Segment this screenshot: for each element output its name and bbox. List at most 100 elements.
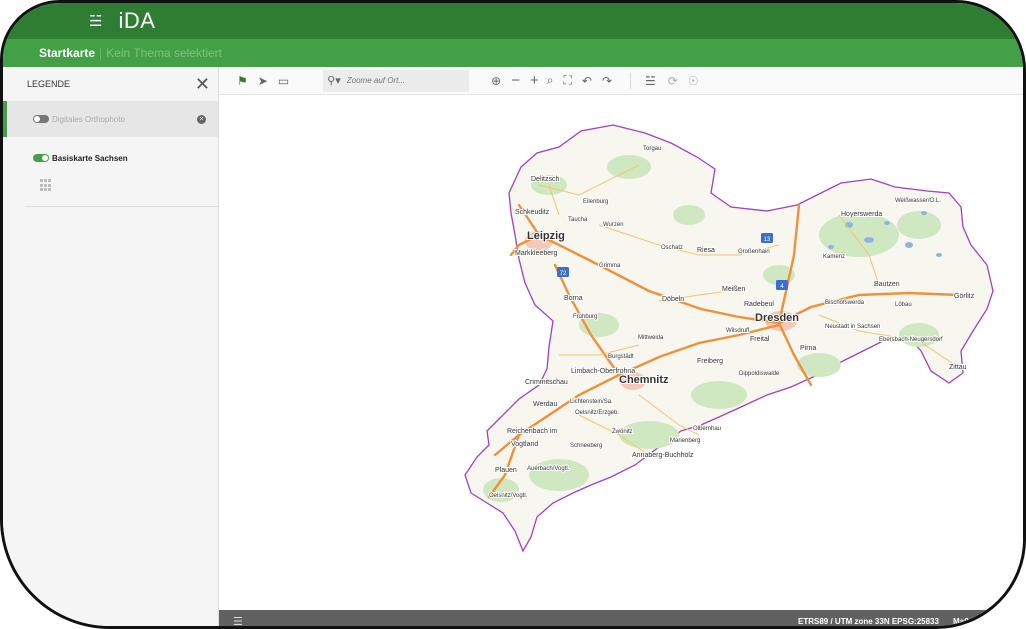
search-box[interactable]: ⚲▾	[323, 69, 470, 92]
toggle-off-icon[interactable]	[33, 115, 49, 123]
city-label: Kamenz	[823, 254, 845, 260]
legend-title: LEGENDE	[27, 79, 71, 89]
rotate-icon[interactable]: ⟳	[668, 74, 678, 88]
toolbar-divider	[630, 72, 632, 89]
city-label: Oschatz	[661, 245, 683, 251]
city-label: Wilsdruff	[726, 328, 750, 334]
layer-item-basiskarte[interactable]: Basiskarte Sachsen	[3, 145, 218, 171]
select-info-icon[interactable]: ⚑	[237, 74, 248, 88]
map-canvas[interactable]: 13 72 4 Delitzsch Torgau Eilenburg Schkeuditz…	[219, 95, 1026, 610]
city-label: Löbau	[895, 302, 912, 308]
city-label: Ebersbach-Neugersdorf	[879, 337, 943, 343]
browser-viewport-frame: ☱ iDA Startkarte | Kein Thema selektiert…	[0, 0, 1026, 629]
city-label: Torgau	[643, 146, 661, 152]
city-label: Schneeberg	[570, 443, 602, 449]
layer-item-orthophoto[interactable]: Digitales Orthophoto ×	[3, 101, 218, 137]
autobahn-shield: 72	[557, 267, 569, 277]
layer-label: Basiskarte Sachsen	[52, 153, 128, 163]
city-label: Vogtland	[511, 441, 538, 448]
city-label: Auerbach/Vogtl.	[527, 466, 570, 472]
saxony-map[interactable]: 13 72 4 Delitzsch Torgau Eilenburg Schkeuditz…	[219, 95, 1026, 610]
layer-label: Digitales Orthophoto	[52, 114, 125, 124]
city-label: Bischofswerda	[825, 300, 865, 306]
city-label: Burgstädt	[608, 354, 634, 360]
city-label: Markkleeberg	[515, 250, 558, 257]
city-label: Zwönitz	[612, 429, 633, 435]
city-label: Görlitz	[954, 293, 975, 300]
zoom-box-icon[interactable]: ⌕	[547, 73, 554, 88]
city-label: Zittau	[949, 364, 967, 371]
city-label: Taucha	[568, 217, 588, 223]
autobahn-shield-label: 72	[560, 271, 567, 277]
layer-legend-grid-icon[interactable]	[40, 179, 51, 192]
status-bar: ☰ ETRS89 / UTM zone 33N EPSG:25833 Maßst…	[219, 610, 1023, 627]
layer-info-icon[interactable]: ×	[197, 114, 206, 124]
city-label: Neustadt in Sachsen	[825, 324, 880, 330]
city-label: Döbeln	[662, 296, 684, 303]
legend-divider	[25, 206, 218, 207]
city-label: Weißwasser/O.L.	[895, 198, 941, 204]
autobahn-shield: 4	[776, 280, 788, 290]
search-icon[interactable]: ⚲▾	[327, 74, 341, 87]
app-header: ☱ iDA	[3, 3, 1023, 39]
legend-panel-footer	[3, 610, 219, 626]
city-label: Großenhain	[738, 249, 770, 255]
locate-icon[interactable]: ⊕	[491, 74, 501, 88]
redo-icon[interactable]: ↷	[602, 74, 612, 88]
list-icon[interactable]: ☰	[233, 615, 243, 627]
city-label: Crimmitschau	[525, 379, 568, 386]
scale-label: Maßstab 1 :	[952, 616, 997, 626]
scale-value[interactable]: 1.050	[1000, 614, 1023, 626]
city-label: Annaberg-Buchholz	[632, 452, 694, 459]
city-label: Leipzig	[527, 230, 565, 242]
city-label: Dippoldiswalde	[739, 371, 780, 377]
city-label: Grimma	[599, 263, 621, 269]
city-label: Mittweida	[638, 335, 664, 341]
cursor-location-icon[interactable]: ☉	[688, 74, 699, 88]
city-label: Schkeuditz	[515, 209, 550, 216]
breadcrumb-theme[interactable]: Kein Thema selektiert	[106, 46, 222, 60]
city-label: Chemnitz	[619, 374, 669, 386]
city-label: Freital	[750, 336, 770, 343]
app-title: iDA	[118, 8, 156, 33]
city-label: Oelsnitz/Vogtl.	[489, 493, 528, 499]
zoom-out-icon[interactable]: −	[511, 72, 520, 89]
city-label: Frohburg	[573, 314, 597, 320]
undo-icon[interactable]: ↶	[582, 74, 592, 88]
legend-panel: LEGENDE ✕ Digitales Orthophoto × Basiska…	[3, 67, 219, 612]
breadcrumb: Startkarte | Kein Thema selektiert	[3, 39, 1023, 67]
ruler-icon[interactable]: ▭	[278, 74, 289, 88]
city-label: Plauen	[495, 467, 517, 474]
pointer-icon[interactable]: ➤	[258, 74, 268, 88]
city-label: Marienberg	[670, 438, 700, 444]
city-label: Hoyerswerda	[841, 211, 882, 218]
autobahn-shield-label: 13	[764, 237, 771, 243]
search-input[interactable]	[346, 76, 457, 85]
map-add-icon[interactable]: ☱	[645, 74, 656, 88]
city-label: Riesa	[697, 247, 715, 254]
breadcrumb-startkarte[interactable]: Startkarte	[39, 46, 95, 60]
legend-header: LEGENDE ✕	[3, 67, 218, 101]
breadcrumb-separator: |	[99, 46, 103, 60]
zoom-in-icon[interactable]: +	[530, 72, 539, 89]
toggle-on-icon[interactable]	[33, 154, 49, 162]
city-label: Borna	[564, 295, 583, 302]
city-label: Radebeul	[744, 301, 774, 308]
city-label: Lichtenstein/Sa.	[570, 399, 613, 405]
crs-label: ETRS89 / UTM zone 33N EPSG:25833	[798, 616, 939, 626]
map-icon: ☱	[89, 13, 103, 30]
city-label: Werdau	[533, 401, 557, 408]
city-label: Pirna	[800, 345, 816, 352]
autobahn-shield: 13	[761, 233, 773, 243]
map-toolbar: ⚑ ➤ ▭ ⚲▾ ⊕ − + ⌕ ⛶ ↶ ↷ ☱ ⟳ ☉	[219, 67, 1023, 95]
full-extent-icon[interactable]: ⛶	[564, 73, 572, 88]
city-label: Eilenburg	[583, 199, 608, 205]
city-label: Olbernhau	[693, 426, 721, 432]
city-label: Dresden	[755, 312, 799, 324]
close-icon[interactable]: ✕	[195, 74, 210, 95]
city-label: Oelsnitz/Erzgeb.	[575, 410, 619, 416]
city-label: Reichenbach im	[507, 428, 557, 435]
city-label: Meißen	[722, 286, 745, 293]
city-label: Bautzen	[874, 281, 900, 288]
city-label: Delitzsch	[531, 176, 560, 183]
